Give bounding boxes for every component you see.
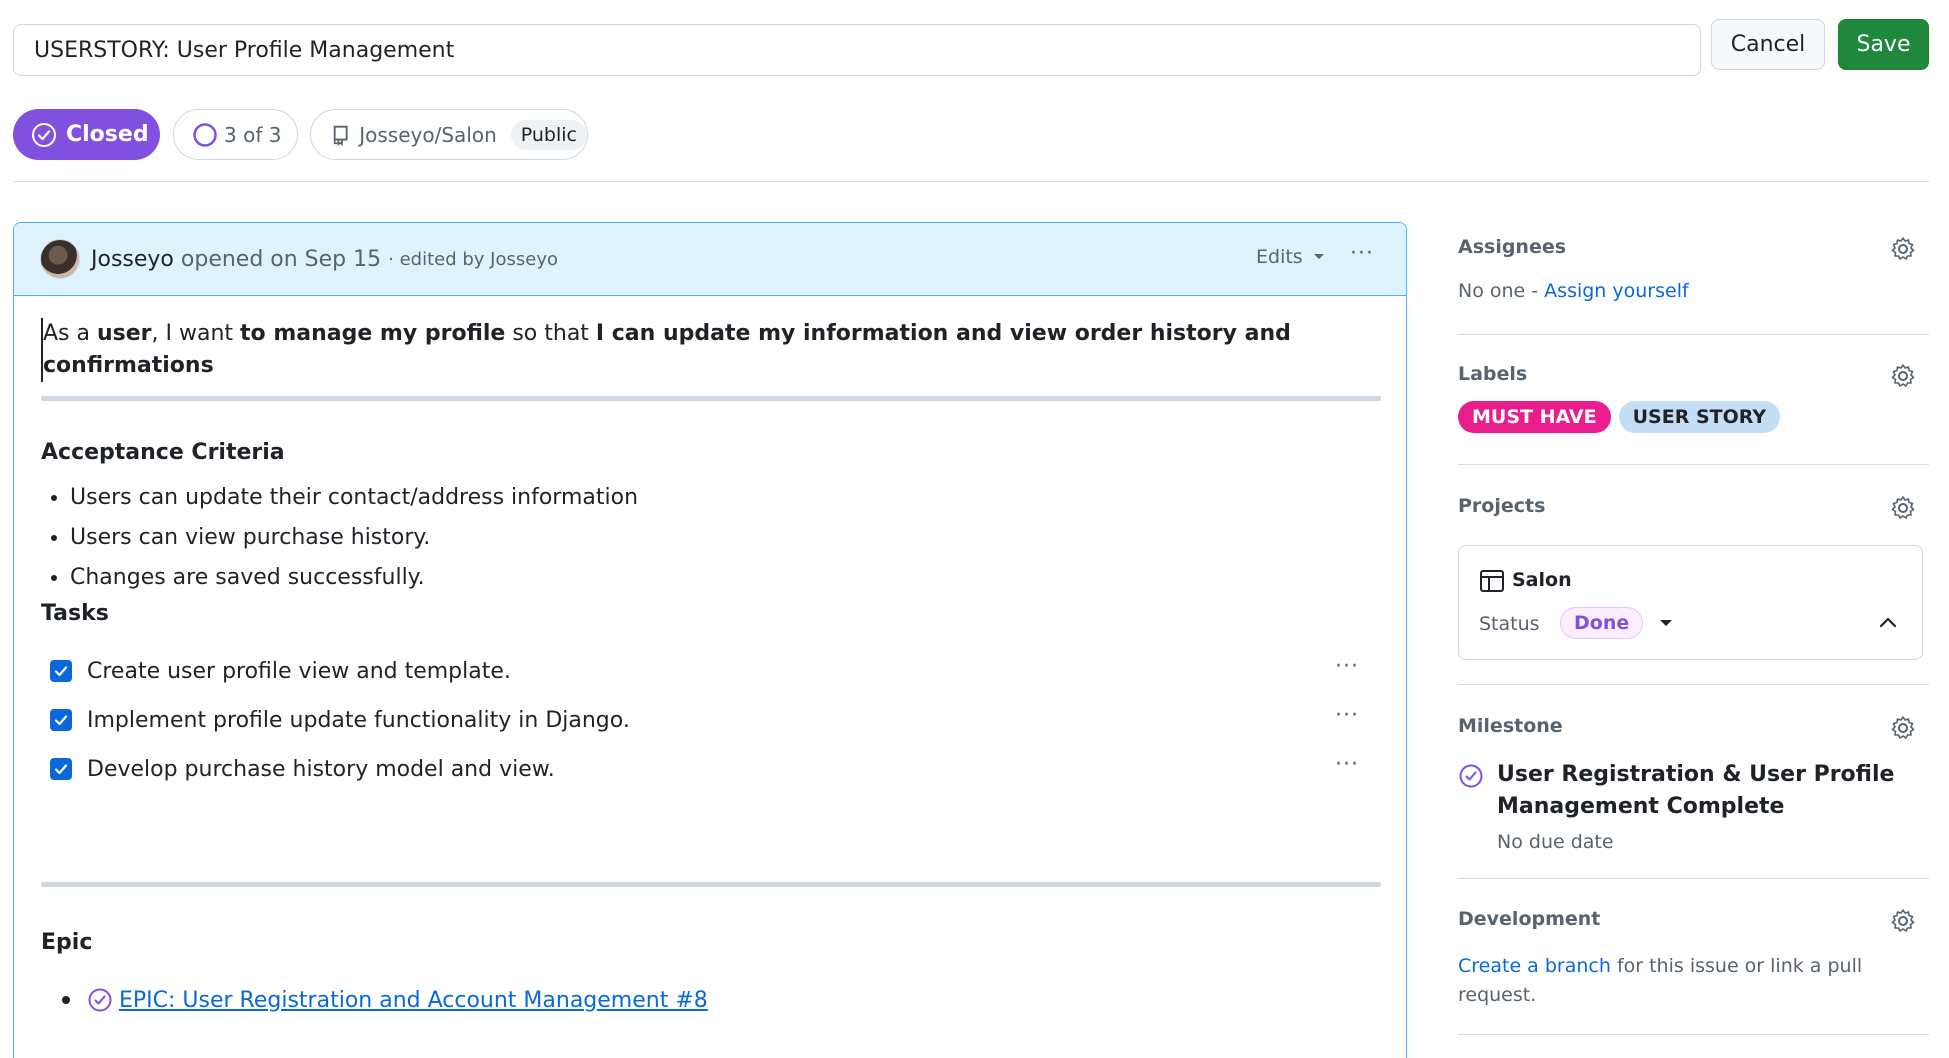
milestone-section: Milestone User Registration & User Profi…: [1458, 715, 1929, 853]
task-menu-button[interactable]: ···: [1335, 752, 1359, 777]
save-button[interactable]: Save: [1838, 19, 1929, 70]
gear-icon[interactable]: [1890, 363, 1916, 389]
check-icon: [54, 715, 68, 726]
label-must-have[interactable]: MUST HAVE: [1458, 401, 1611, 433]
assignees-title: Assignees: [1458, 236, 1567, 258]
check-icon: [54, 666, 68, 677]
header-divider: [13, 181, 1929, 182]
issue-title-input[interactable]: [13, 24, 1701, 76]
labels-title: Labels: [1458, 363, 1528, 385]
gear-icon[interactable]: [1890, 908, 1916, 934]
development-title: Development: [1458, 908, 1601, 930]
epic-list-item: EPIC: User Registration and Account Mana…: [62, 987, 708, 1013]
sidebar-divider: [1458, 334, 1929, 335]
task-label: Implement profile update functionality i…: [87, 707, 630, 733]
horizontal-rule: [41, 882, 1381, 887]
gear-icon[interactable]: [1890, 495, 1916, 521]
projects-title: Projects: [1458, 495, 1546, 517]
task-item: Implement profile update functionality i…: [50, 703, 1390, 737]
task-menu-button[interactable]: ···: [1335, 654, 1359, 679]
create-branch-link[interactable]: Create a branch: [1458, 955, 1611, 977]
horizontal-rule: [41, 396, 1381, 401]
milestone-due-date: No due date: [1497, 831, 1614, 853]
edited-by[interactable]: · edited by Josseyo: [388, 249, 558, 270]
task-checkbox[interactable]: [50, 709, 72, 731]
label-user-story[interactable]: USER STORY: [1618, 401, 1781, 433]
comment-header: Josseyo opened on Sep 15 · edited by Jos…: [14, 223, 1406, 296]
projects-section: Projects: [1458, 495, 1929, 519]
sub-issue-progress[interactable]: 3 of 3: [173, 109, 298, 160]
visibility-badge: Public: [510, 119, 587, 150]
comment-kebab-menu[interactable]: ···: [1350, 241, 1374, 266]
sidebar-divider: [1458, 684, 1929, 685]
task-menu-button[interactable]: ···: [1335, 703, 1359, 728]
check-icon: [54, 764, 68, 775]
acceptance-criteria-heading: Acceptance Criteria: [41, 440, 285, 465]
chevron-up-icon[interactable]: [1877, 610, 1899, 636]
edits-label: Edits: [1256, 246, 1303, 268]
repository-link[interactable]: Josseyo/Salon Public: [310, 109, 588, 160]
issue-state-label: Closed: [66, 122, 149, 147]
issue-state-badge: Closed: [13, 109, 160, 160]
issue-body-comment: Josseyo opened on Sep 15 · edited by Jos…: [13, 222, 1407, 1058]
milestone-closed-icon: [1459, 764, 1483, 788]
author-name[interactable]: Josseyo: [91, 247, 174, 272]
development-section: Development Create a branch for this iss…: [1458, 908, 1929, 1010]
opened-date: opened on Sep 15: [180, 246, 382, 272]
epic-issue-link[interactable]: EPIC: User Registration and Account Mana…: [119, 988, 708, 1013]
list-item: Users can view purchase history.: [70, 518, 638, 558]
milestone-name[interactable]: User Registration & User Profile Managem…: [1497, 759, 1897, 823]
acceptance-criteria-list: Users can update their contact/address i…: [70, 478, 638, 598]
list-item: Changes are saved successfully.: [70, 558, 638, 598]
repo-icon: [333, 125, 348, 146]
gear-icon[interactable]: [1890, 236, 1916, 262]
task-item: [64, 606, 1404, 640]
closed-check-circle-icon: [32, 122, 56, 147]
edits-dropdown[interactable]: Edits: [1256, 246, 1325, 268]
author-avatar[interactable]: [40, 239, 80, 279]
project-status-label: Status: [1479, 613, 1540, 635]
gear-icon[interactable]: [1890, 715, 1916, 741]
user-story-text: As a user, I want to manage my profile s…: [41, 318, 1381, 382]
progress-text: 3 of 3: [224, 122, 282, 147]
closed-issue-icon: [88, 988, 112, 1012]
labels-section: Labels MUST HAVE USER STORY: [1458, 363, 1929, 433]
task-item: Develop purchase history model and view.…: [50, 752, 1390, 786]
project-card: Salon Status Done: [1458, 545, 1923, 660]
list-item: Users can update their contact/address i…: [70, 478, 638, 518]
development-text: Create a branch for this issue or link a…: [1458, 955, 1863, 1006]
no-assignee-text: No one -: [1458, 280, 1545, 302]
repo-name: Josseyo/Salon: [359, 122, 497, 147]
cancel-button[interactable]: Cancel: [1711, 19, 1825, 70]
sidebar-divider: [1458, 878, 1929, 879]
task-label: Develop purchase history model and view.: [87, 756, 555, 782]
project-status-value[interactable]: Done: [1560, 607, 1644, 639]
sidebar-divider: [1458, 464, 1929, 465]
project-name[interactable]: Salon: [1512, 569, 1572, 591]
triangle-down-icon: [1313, 254, 1324, 259]
assignees-section: Assignees No one - Assign yourself: [1458, 236, 1929, 302]
comment-body: As a user, I want to manage my profile s…: [41, 318, 1381, 382]
assign-yourself-link[interactable]: Assign yourself: [1544, 280, 1689, 302]
epic-heading: Epic: [41, 930, 93, 955]
milestone-title: Milestone: [1458, 715, 1563, 737]
progress-circle-icon: [193, 122, 217, 147]
sidebar-divider: [1458, 1034, 1929, 1035]
task-label: Create user profile view and template.: [87, 658, 511, 684]
triangle-down-icon[interactable]: [1659, 610, 1673, 636]
task-checkbox[interactable]: [50, 758, 72, 780]
table-icon: [1480, 570, 1504, 592]
task-item: Create user profile view and template. ·…: [50, 654, 1390, 688]
task-checkbox[interactable]: [50, 660, 72, 682]
